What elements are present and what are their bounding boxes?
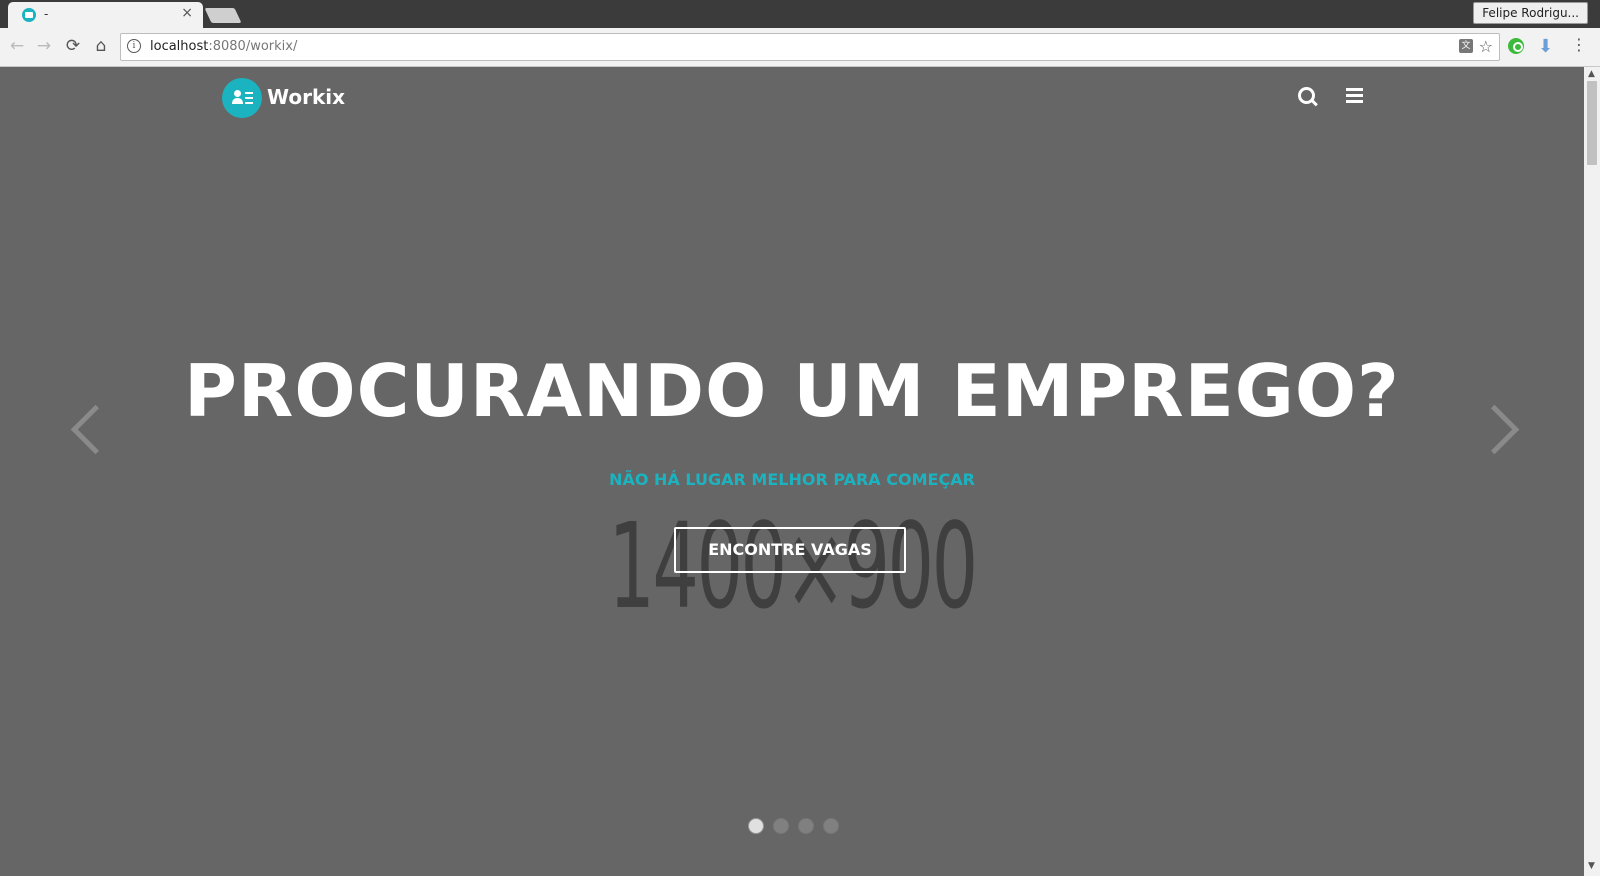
browser-toolbar: ← → ⟳ ⌂ i localhost:8080/workix/ 文 ☆ ⬇ ⋮ bbox=[0, 28, 1600, 67]
search-icon[interactable] bbox=[1298, 87, 1318, 107]
person-icon bbox=[232, 90, 243, 104]
brand-name: Workix bbox=[267, 85, 346, 109]
scroll-down-icon[interactable]: ▼ bbox=[1588, 861, 1595, 871]
browser-menu-icon[interactable]: ⋮ bbox=[1571, 35, 1587, 54]
tab-close-icon[interactable]: × bbox=[181, 5, 193, 21]
hero-headline: PROCURANDO UM EMPREGO? bbox=[184, 349, 1400, 433]
hero-section: 1400×900 Workix PROCURANDO UM EMPREGO? N… bbox=[0, 67, 1584, 876]
site-info-icon[interactable]: i bbox=[127, 39, 141, 53]
download-extension-icon[interactable]: ⬇ bbox=[1538, 36, 1553, 57]
back-arrow-icon[interactable]: ← bbox=[6, 35, 28, 57]
carousel-dot[interactable] bbox=[773, 818, 789, 834]
tab-title: - bbox=[44, 7, 49, 21]
url-host: localhost bbox=[150, 39, 209, 54]
carousel-dot[interactable] bbox=[798, 818, 814, 834]
new-tab-button[interactable] bbox=[204, 8, 242, 23]
translate-icon[interactable]: 文 bbox=[1459, 39, 1473, 53]
workix-favicon-icon bbox=[22, 8, 36, 22]
scroll-thumb[interactable] bbox=[1587, 81, 1597, 165]
address-bar[interactable]: i localhost:8080/workix/ 文 ☆ bbox=[120, 33, 1500, 61]
hero-subtitle: NÃO HÁ LUGAR MELHOR PARA COMEÇAR bbox=[609, 470, 975, 489]
browser-tab[interactable]: - × bbox=[8, 2, 203, 28]
extension-green-icon[interactable] bbox=[1508, 38, 1524, 54]
logo-badge-icon bbox=[222, 78, 262, 118]
profile-button[interactable]: Felipe Rodrigu... bbox=[1473, 2, 1588, 24]
list-lines-icon bbox=[245, 92, 253, 107]
bookmark-star-icon[interactable]: ☆ bbox=[1479, 37, 1493, 56]
url-text[interactable]: localhost:8080/workix/ bbox=[150, 39, 297, 54]
hamburger-menu-icon[interactable] bbox=[1346, 88, 1363, 103]
carousel-dot[interactable] bbox=[823, 818, 839, 834]
url-path: :8080/workix/ bbox=[208, 39, 298, 54]
carousel-indicators bbox=[748, 818, 848, 834]
reload-icon[interactable]: ⟳ bbox=[62, 35, 84, 57]
carousel-dot[interactable] bbox=[748, 818, 764, 834]
home-icon[interactable]: ⌂ bbox=[90, 35, 112, 57]
forward-arrow-icon[interactable]: → bbox=[33, 35, 55, 57]
find-jobs-button[interactable]: ENCONTRE VAGAS bbox=[674, 527, 906, 573]
scroll-up-icon[interactable]: ▲ bbox=[1588, 69, 1595, 79]
page-scrollbar[interactable]: ▲ ▼ bbox=[1584, 67, 1600, 876]
tab-strip: - × Felipe Rodrigu... bbox=[0, 0, 1600, 28]
